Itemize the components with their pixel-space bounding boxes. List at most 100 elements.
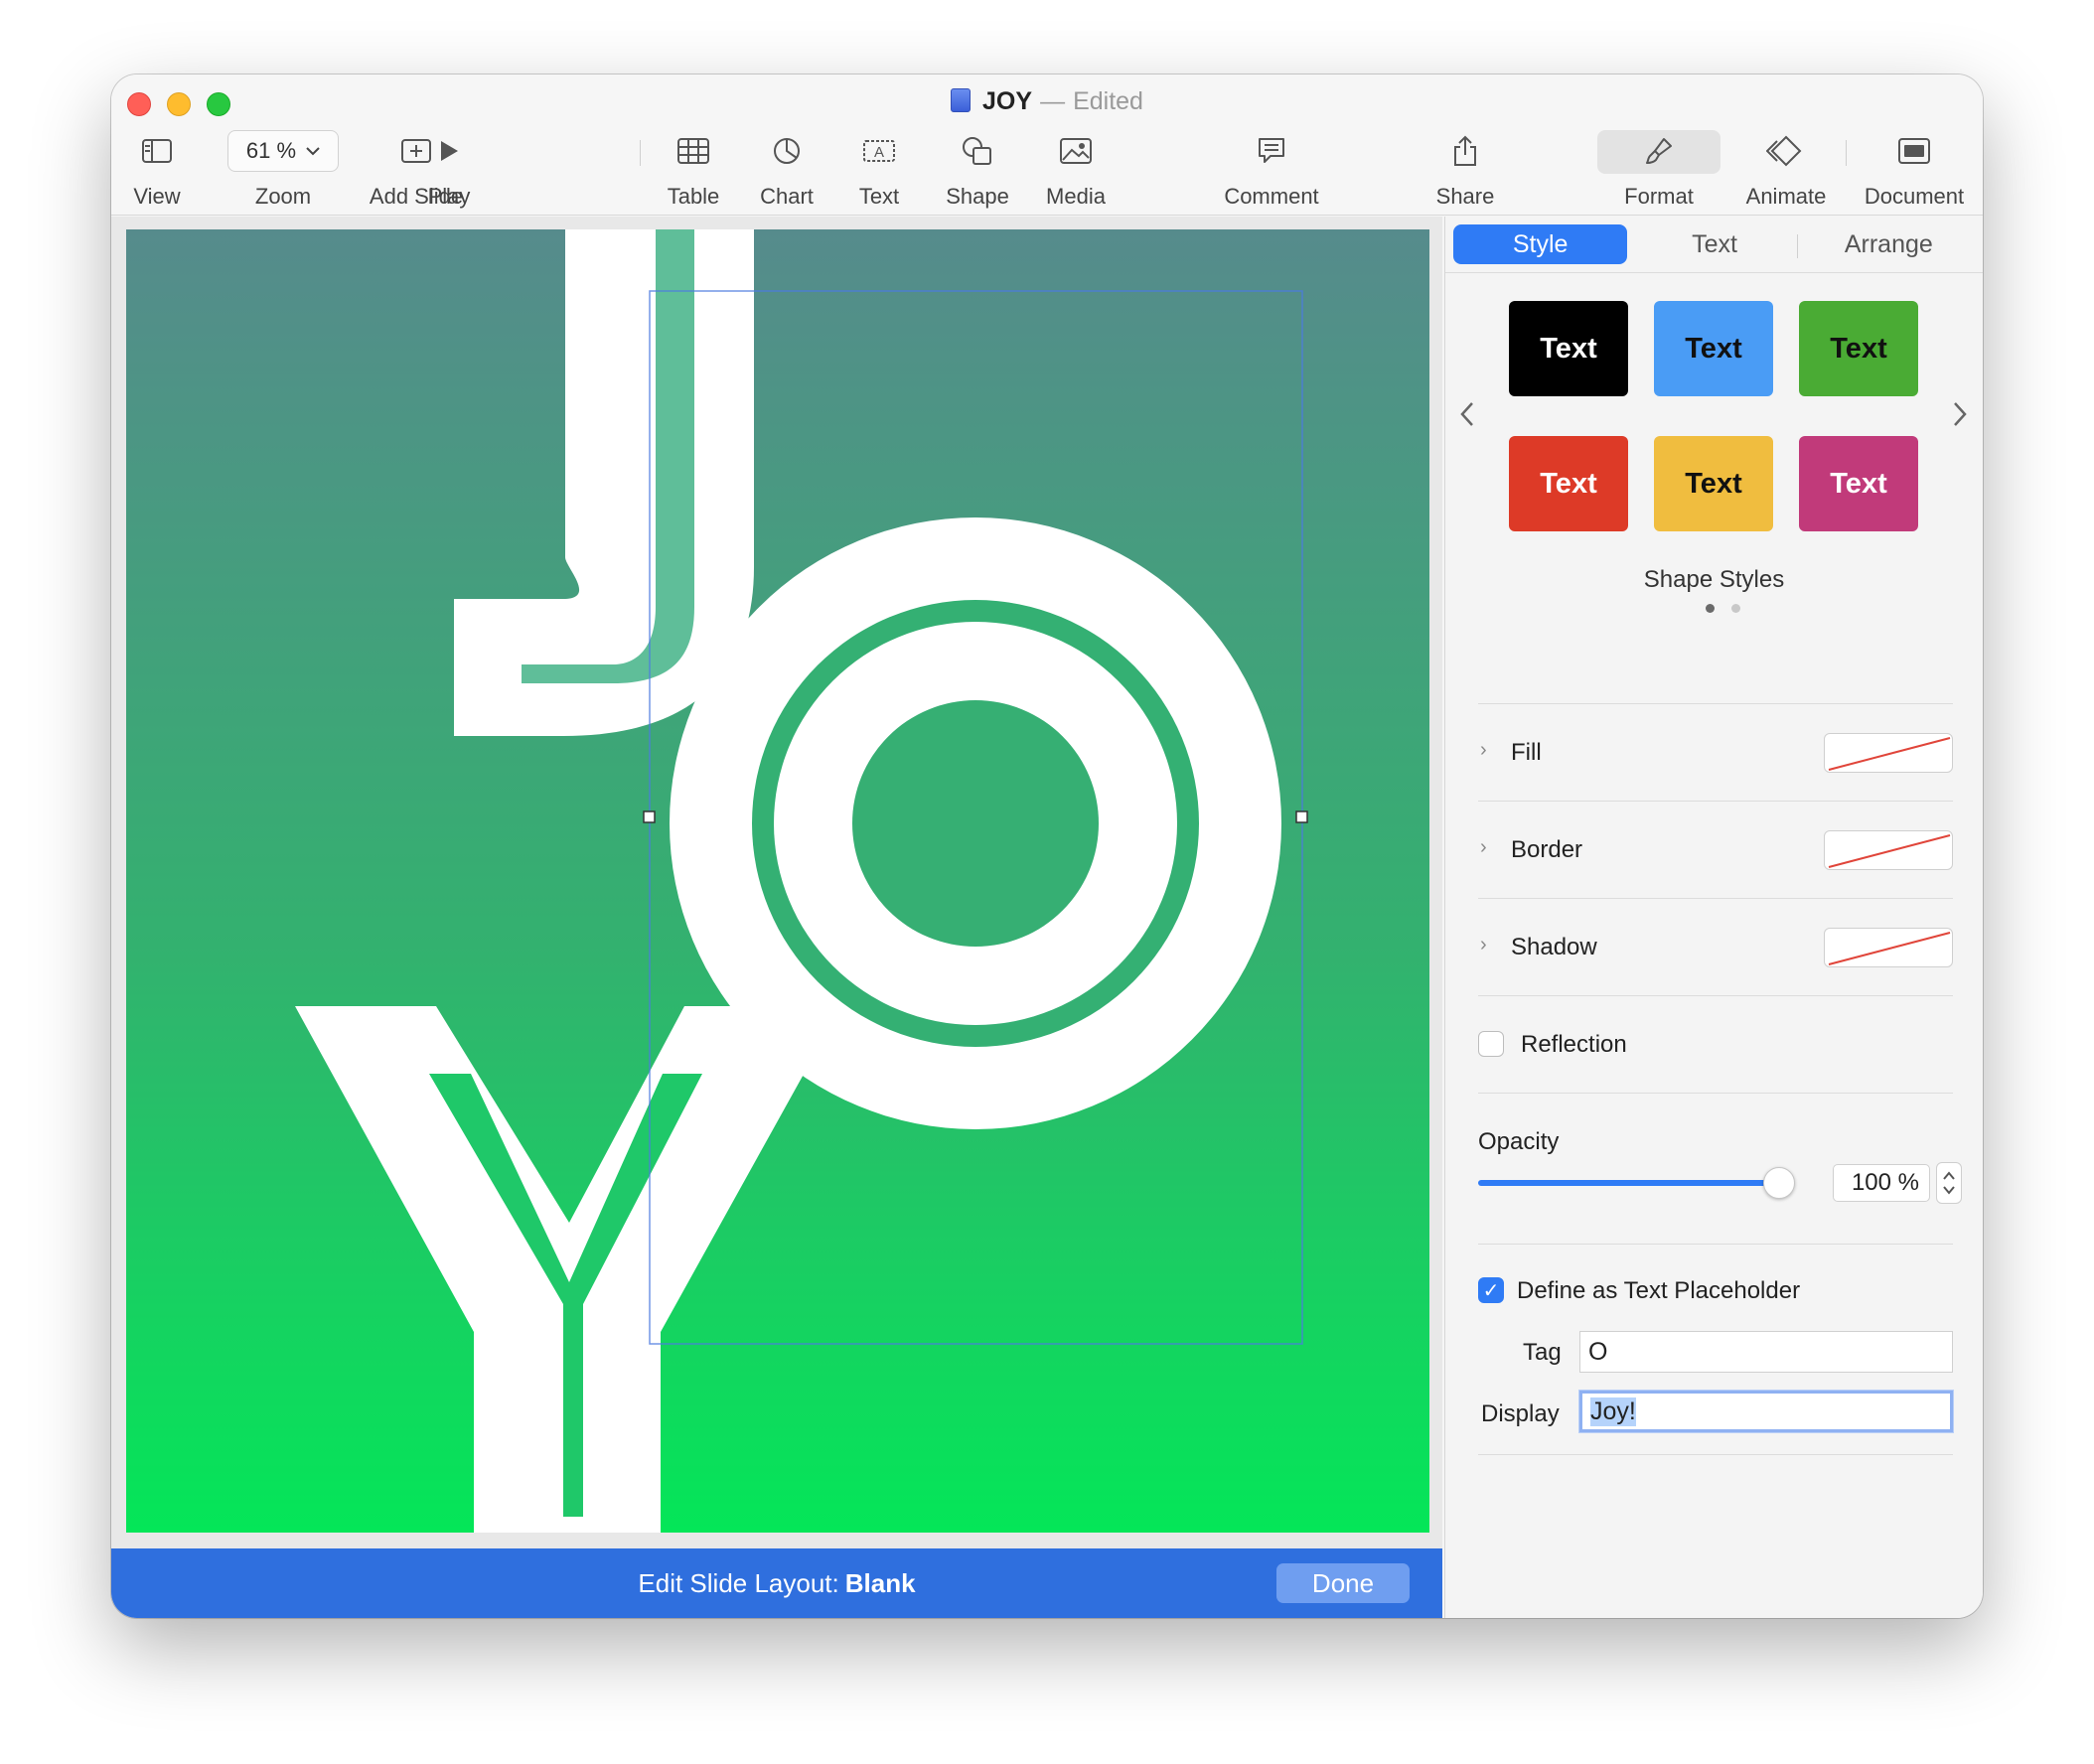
fill-color-well[interactable]	[1824, 733, 1953, 773]
opacity-value-field[interactable]: 100 %	[1833, 1164, 1930, 1202]
section-divider	[1478, 801, 1953, 802]
style-swatch-label: Text	[1830, 332, 1887, 365]
border-color-well[interactable]	[1824, 830, 1953, 870]
slide-canvas[interactable]	[126, 229, 1429, 1533]
display-label: Display	[1481, 1400, 1560, 1427]
tab-arrange[interactable]: Arrange	[1802, 224, 1976, 264]
media-label: Media	[1046, 184, 1106, 209]
share-button[interactable]: Share	[1430, 132, 1500, 214]
table-button[interactable]: Table	[664, 132, 723, 214]
disclosure-chevron-icon[interactable]: ›	[1480, 836, 1487, 859]
layout-name: Blank	[844, 1567, 916, 1598]
zoom-control[interactable]: 61 % Zoom	[227, 130, 339, 214]
animate-diamond-icon	[1766, 132, 1806, 170]
tabs-divider	[1445, 272, 1983, 273]
border-row[interactable]: › Border	[1478, 830, 1953, 870]
opacity-stepper[interactable]	[1936, 1162, 1962, 1204]
letter-j-shape[interactable]	[454, 229, 754, 736]
define-placeholder-checkbox[interactable]: ✓	[1478, 1277, 1504, 1303]
share-label: Share	[1435, 184, 1495, 209]
photo-icon	[1060, 132, 1092, 170]
edit-slide-layout-bar: Edit Slide Layout: Blank Done	[111, 1548, 1442, 1618]
shadow-row[interactable]: › Shadow	[1478, 928, 1953, 967]
format-inspector: Style Text Arrange Text Text Text Text T…	[1444, 217, 1983, 1618]
done-button[interactable]: Done	[1276, 1563, 1410, 1603]
chart-button[interactable]: Chart	[757, 132, 817, 214]
chevron-down-icon	[306, 146, 320, 155]
title-separator: —	[1040, 87, 1066, 115]
chevron-left-icon[interactable]	[1459, 401, 1475, 434]
document-name: JOY	[982, 87, 1033, 115]
format-button[interactable]: Format	[1617, 132, 1701, 214]
table-icon	[677, 132, 709, 170]
animate-button[interactable]: Animate	[1736, 132, 1836, 214]
selection-handle-right[interactable]	[1295, 810, 1308, 823]
style-swatch-label: Text	[1540, 467, 1597, 500]
svg-text:A: A	[874, 144, 884, 161]
zoom-popup[interactable]: 61 %	[227, 130, 339, 172]
title-bar: JOY — Edited View 61 % Zoom Add Slide Pl…	[111, 74, 1983, 216]
shape-style-yellow[interactable]: Text	[1654, 436, 1773, 531]
chart-label: Chart	[760, 184, 814, 209]
shape-label: Shape	[946, 184, 1009, 209]
section-divider	[1478, 995, 1953, 996]
display-field[interactable]: Joy!	[1579, 1391, 1953, 1432]
shadow-label: Shadow	[1511, 934, 1597, 960]
reflection-checkbox[interactable]	[1478, 1031, 1504, 1057]
shape-style-green[interactable]: Text	[1799, 301, 1918, 396]
shape-icon	[962, 132, 993, 170]
media-button[interactable]: Media	[1040, 132, 1112, 214]
shape-style-red[interactable]: Text	[1509, 436, 1628, 531]
opacity-label: Opacity	[1478, 1128, 1560, 1155]
play-button[interactable]: Play	[421, 132, 477, 214]
style-swatch-label: Text	[1685, 332, 1742, 365]
zoom-label: Zoom	[254, 184, 312, 209]
view-label: View	[133, 184, 181, 209]
opacity-slider-track[interactable]	[1478, 1180, 1776, 1186]
style-swatch-label: Text	[1540, 332, 1597, 365]
document-button[interactable]: Document	[1854, 132, 1975, 214]
fill-row[interactable]: › Fill	[1478, 733, 1953, 773]
window-title: JOY — Edited	[111, 84, 1983, 118]
shape-styles-title: Shape Styles	[1643, 566, 1785, 593]
no-color-slash-icon	[1828, 834, 1951, 868]
disclosure-chevron-icon[interactable]: ›	[1480, 739, 1487, 762]
section-divider	[1478, 1454, 1953, 1455]
shape-style-black[interactable]: Text	[1509, 301, 1628, 396]
tab-divider	[1797, 234, 1798, 258]
selection-handle-left[interactable]	[643, 810, 656, 823]
tab-style[interactable]: Style	[1453, 224, 1628, 264]
play-icon	[438, 132, 460, 170]
share-icon	[1451, 132, 1479, 170]
shadow-color-well[interactable]	[1824, 928, 1953, 967]
chevron-right-icon[interactable]	[1952, 401, 1968, 434]
stepper-arrows-icon	[1943, 1171, 1955, 1195]
paintbrush-icon	[1644, 132, 1674, 170]
display-value: Joy!	[1590, 1396, 1636, 1426]
tag-label: Tag	[1523, 1339, 1562, 1366]
fill-label: Fill	[1511, 739, 1542, 766]
tab-text[interactable]: Text	[1627, 224, 1801, 264]
page-dot[interactable]	[1731, 604, 1740, 613]
opacity-value: 100 %	[1851, 1169, 1919, 1196]
edited-status: Edited	[1073, 87, 1143, 115]
opacity-slider-knob[interactable]	[1763, 1167, 1795, 1199]
letter-o-shape[interactable]	[670, 517, 1281, 1129]
shape-style-blue[interactable]: Text	[1654, 301, 1773, 396]
shape-style-magenta[interactable]: Text	[1799, 436, 1918, 531]
text-button[interactable]: A Text	[851, 132, 907, 214]
view-button[interactable]: View	[129, 132, 185, 214]
tag-field[interactable]: O	[1579, 1331, 1953, 1373]
letter-y-shape[interactable]	[295, 1006, 841, 1533]
section-divider	[1478, 1093, 1953, 1094]
page-dot-active[interactable]	[1706, 604, 1715, 613]
keynote-document-icon	[951, 88, 972, 112]
disclosure-chevron-icon[interactable]: ›	[1480, 934, 1487, 956]
tag-value: O	[1588, 1337, 1608, 1366]
pie-chart-icon	[773, 132, 801, 170]
comment-button[interactable]: Comment	[1222, 132, 1321, 214]
text-label: Text	[858, 184, 900, 209]
text-box-icon: A	[863, 132, 895, 170]
joy-artwork	[295, 229, 1308, 1533]
shape-button[interactable]: Shape	[942, 132, 1013, 214]
